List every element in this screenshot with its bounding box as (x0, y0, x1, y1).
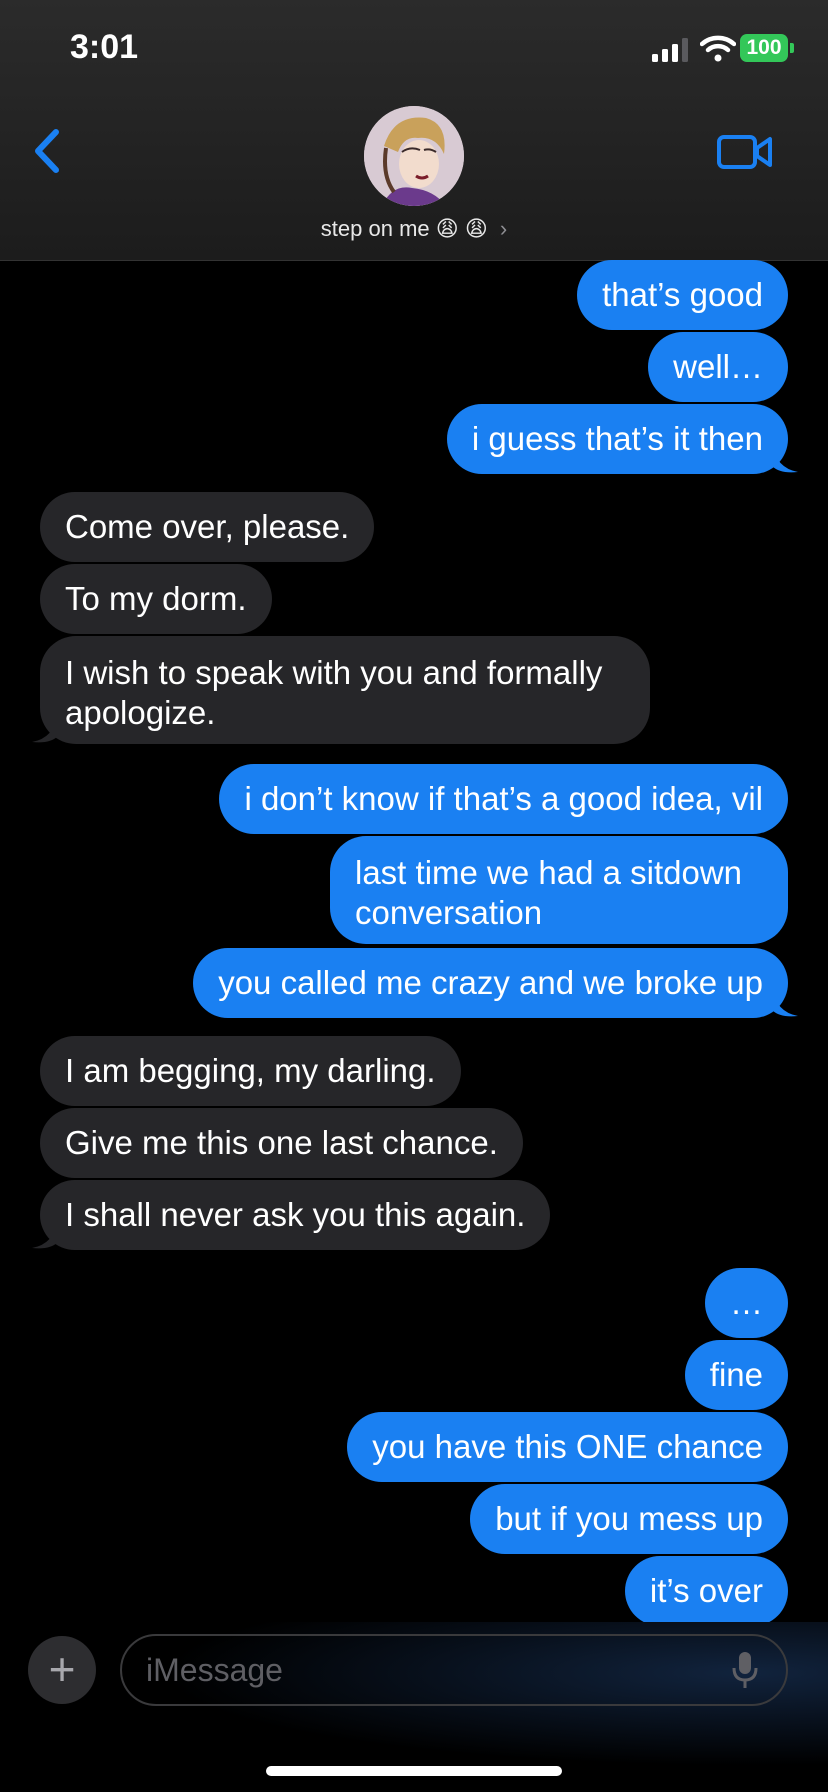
message-bubble-outgoing[interactable]: it’s over (624, 1556, 788, 1626)
wifi-icon (700, 35, 736, 62)
conversation-header: 3:01 100 step on me 😩 😩 › (0, 0, 828, 261)
message-bubble-outgoing[interactable]: that’s good (577, 260, 788, 330)
signal-icon (652, 38, 688, 62)
message-bubble-incoming[interactable]: Give me this one last chance. (40, 1108, 523, 1178)
message-bubble-outgoing[interactable]: fine (684, 1340, 788, 1410)
home-indicator (266, 1766, 562, 1776)
contact-avatar[interactable] (364, 106, 464, 206)
bubble-tail (32, 714, 58, 743)
bubble-tail (772, 444, 798, 473)
status-time: 3:01 (70, 28, 139, 66)
battery-tip (790, 43, 794, 53)
message-bubble-outgoing[interactable]: i guess that’s it then (446, 404, 788, 474)
video-camera-icon[interactable] (716, 132, 774, 172)
message-bubble-incoming[interactable]: Come over, please. (40, 492, 375, 562)
message-bubble-outgoing[interactable]: you have this ONE chance (347, 1412, 788, 1482)
contact-name: step on me (320, 216, 430, 241)
contact-emoji: 😩 😩 (435, 216, 488, 241)
plus-icon[interactable]: + (28, 1636, 96, 1704)
message-bubble-incoming[interactable]: To my dorm. (40, 564, 272, 634)
microphone-icon[interactable] (730, 1650, 760, 1690)
contact-chevron-icon: › (499, 216, 508, 241)
message-bubble-outgoing[interactable]: i don’t know if that’s a good idea, vil (219, 764, 788, 834)
message-bubble-outgoing[interactable]: last time we had a sitdown conversation (330, 836, 788, 944)
back-chevron-icon[interactable] (28, 126, 64, 176)
avatar-illustration (364, 106, 464, 206)
message-bubble-outgoing[interactable]: but if you mess up (470, 1484, 788, 1554)
message-bubble-incoming[interactable]: I wish to speak with you and formally ap… (40, 636, 650, 744)
bubble-tail (772, 988, 798, 1017)
message-bubble-outgoing[interactable]: well… (648, 332, 788, 402)
contact-name-row[interactable]: step on me 😩 😩 › (0, 216, 828, 242)
message-bubble-outgoing[interactable]: you called me crazy and we broke up (193, 948, 788, 1018)
battery-indicator: 100 (740, 34, 788, 62)
message-bubble-outgoing[interactable]: … (705, 1268, 788, 1338)
message-bubble-incoming[interactable]: I shall never ask you this again. (40, 1180, 551, 1250)
bubble-tail (32, 1220, 58, 1249)
message-bubble-incoming[interactable]: I am begging, my darling. (40, 1036, 461, 1106)
message-input[interactable]: iMessage (120, 1634, 788, 1706)
